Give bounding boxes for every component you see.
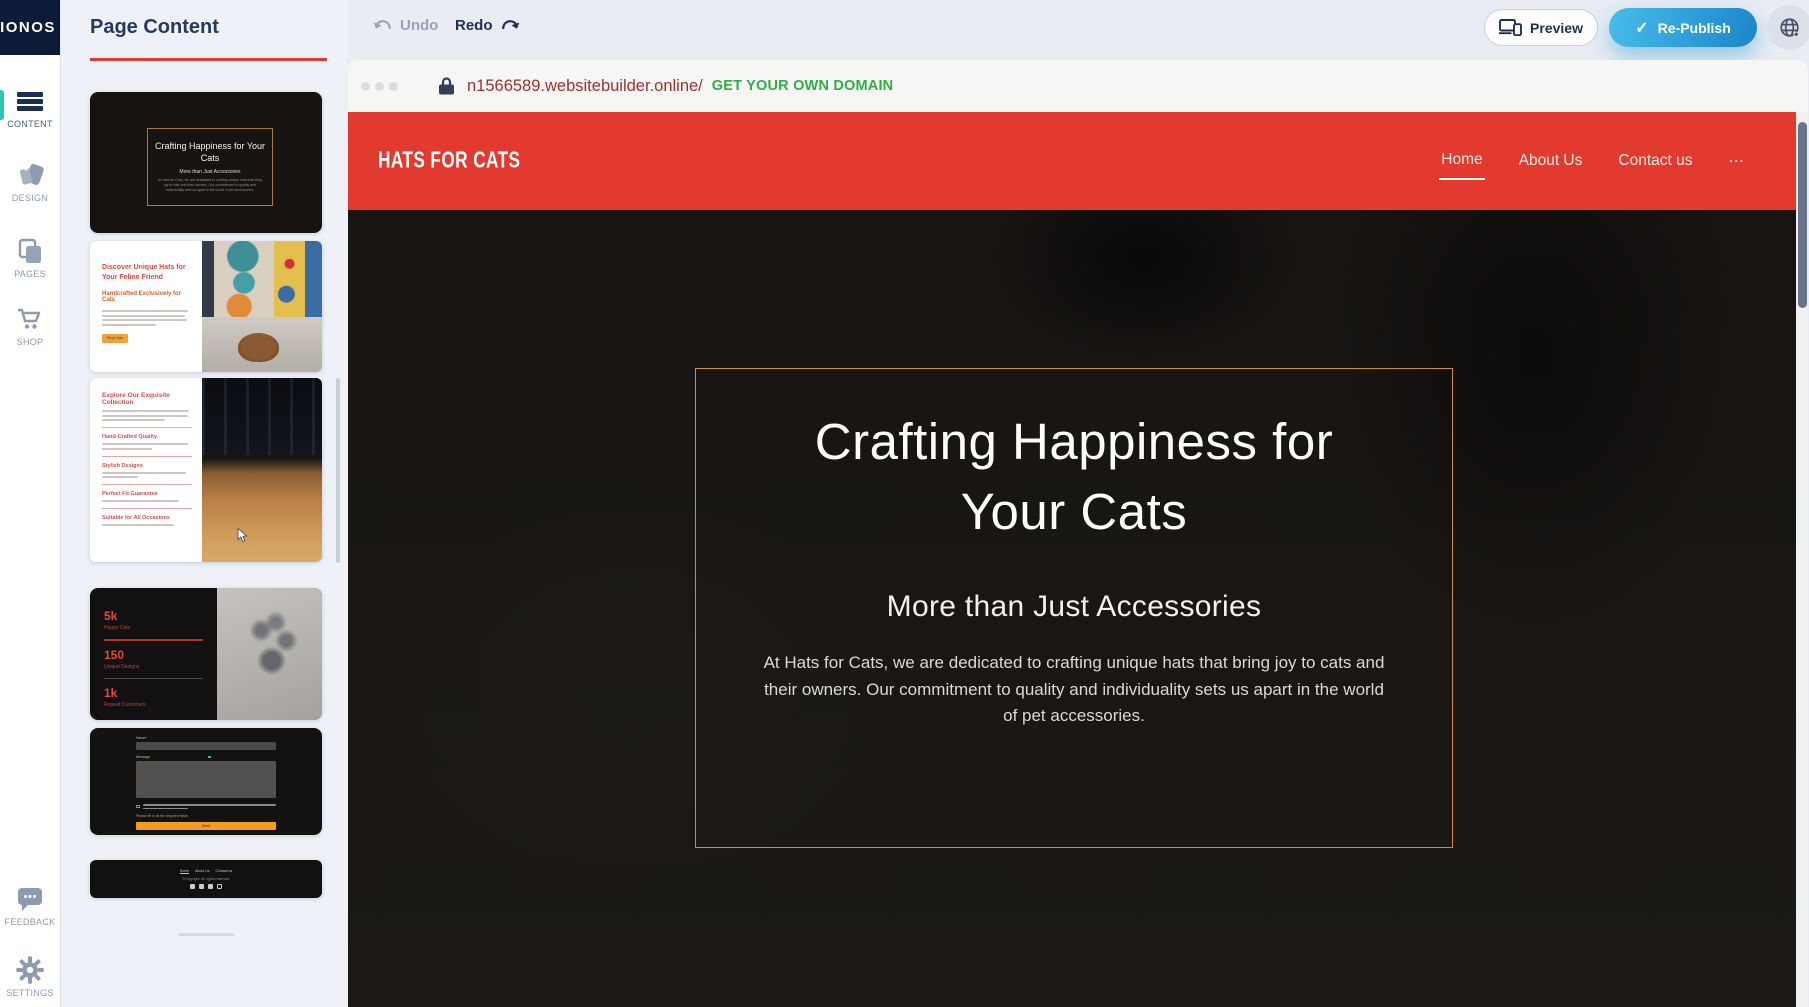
thumb-edit-indicator	[208, 756, 211, 759]
thumbnail-features-section[interactable]: Explore Our Exquisite Collection Hand-Cr…	[90, 378, 322, 562]
sidebar-item-content[interactable]: CONTENT	[0, 86, 60, 129]
panel-scrollbar[interactable]	[336, 378, 340, 563]
thumb-hero-frame: Crafting Happiness for Your Cats More th…	[147, 128, 273, 206]
youtube-icon	[208, 884, 213, 889]
thumbnail-footer-section[interactable]: HomeAbout UsContact us ©Copyright. All r…	[90, 860, 322, 898]
feedback-bubble-icon	[0, 884, 60, 914]
thumb-message-label: Message	[136, 755, 150, 759]
hero-editable-frame[interactable]: Crafting Happiness for Your Cats More th…	[695, 368, 1453, 848]
nav-more-ellipsis[interactable]: ⋯	[1727, 143, 1747, 180]
thumbnail-stats-section[interactable]: 5k Happy Cats 150 Unique Designs 1k Repe…	[90, 588, 322, 720]
sidebar-item-shop[interactable]: SHOP	[0, 304, 60, 347]
redo-icon	[500, 18, 520, 33]
design-icon	[0, 160, 60, 190]
language-globe-button[interactable]	[1767, 5, 1809, 50]
thumb-shop-now-button: Shop Now	[102, 334, 128, 343]
preview-scrollbar[interactable]	[1798, 122, 1807, 308]
lock-icon	[439, 77, 454, 95]
shop-cart-icon	[0, 304, 60, 334]
thumb-send-button: Send	[136, 822, 276, 830]
check-icon: ✓	[1635, 18, 1648, 38]
thumb-name-input	[136, 742, 276, 750]
sidebar-item-pages[interactable]: PAGES	[0, 236, 60, 279]
undo-icon	[373, 18, 393, 33]
hero-paragraph: At Hats for Cats, we are dedicated to cr…	[762, 650, 1387, 731]
hero-title: Crafting Happiness for Your Cats	[789, 407, 1359, 548]
instagram-icon	[217, 884, 222, 889]
site-logo[interactable]: HATS FOR CATS	[378, 148, 520, 174]
thumbnail-about-section[interactable]: Discover Unique Hats for Your Feline Fri…	[90, 241, 322, 372]
thumb-name-label: Name*	[136, 736, 276, 740]
preview-button[interactable]: Preview	[1484, 9, 1598, 46]
thumb-about-subheading: Handcrafted Exclusively for Cats	[102, 291, 192, 303]
globe-icon	[1778, 16, 1802, 40]
page-content-panel: Page Content Crafting Happiness for Your…	[60, 0, 348, 1007]
thumbnail-hero-section[interactable]: Crafting Happiness for Your Cats More th…	[90, 92, 322, 233]
thumb-about-heading: Discover Unique Hats for Your Feline Fri…	[102, 263, 192, 283]
hero-subtitle: More than Just Accessories	[887, 590, 1262, 624]
x-icon	[199, 884, 204, 889]
sidebar-item-settings[interactable]: SETTINGS	[0, 955, 60, 998]
thumbnail-contact-form-section[interactable]: Name* Message Please fill in all the req…	[90, 728, 322, 835]
thumb-required-note: Please fill in all the required fields	[136, 814, 276, 818]
get-domain-link[interactable]: GET YOUR OWN DOMAIN	[712, 78, 894, 94]
thumb-message-textarea	[136, 761, 276, 798]
nav-about-us[interactable]: About Us	[1517, 143, 1585, 179]
site-header: HATS FOR CATS Home About Us Contact us ⋯	[348, 112, 1796, 210]
thumb-features-heading: Explore Our Exquisite Collection	[102, 392, 192, 406]
nav-contact-us[interactable]: Contact us	[1616, 143, 1694, 179]
devices-icon	[1499, 19, 1522, 36]
site-url[interactable]: n1566589.websitebuilder.online/	[467, 77, 703, 96]
app-sidebar: IONOS CONTENT DESIGN PAGES SHOP FEEDBACK…	[0, 0, 60, 1007]
browser-bar: n1566589.websitebuilder.online/ GET YOUR…	[348, 60, 1808, 112]
site-nav: Home About Us Contact us ⋯	[1439, 112, 1746, 210]
window-dots	[361, 82, 398, 91]
sidebar-item-feedback[interactable]: FEEDBACK	[0, 884, 60, 927]
ionos-logo: IONOS	[0, 0, 60, 55]
facebook-icon	[190, 884, 195, 889]
redo-button[interactable]: Redo	[455, 17, 520, 34]
ginger-cat-photo	[202, 378, 322, 562]
thumb-consent-checkbox	[136, 805, 140, 809]
gear-icon	[0, 955, 60, 985]
site-hero-background: Crafting Happiness for Your Cats More th…	[348, 210, 1796, 1007]
title-underline-accent	[90, 58, 327, 61]
panel-end-indicator	[178, 933, 234, 936]
undo-button[interactable]: Undo	[373, 17, 438, 34]
sidebar-item-design[interactable]: DESIGN	[0, 160, 60, 203]
page-title: Page Content	[90, 16, 219, 39]
republish-button[interactable]: ✓ Re-Publish	[1609, 8, 1757, 47]
thumb-copyright: ©Copyright. All rights reserved.	[182, 877, 230, 881]
pages-icon	[0, 236, 60, 266]
content-icon	[0, 86, 60, 116]
mouse-cursor	[237, 528, 248, 543]
paw-print-photo	[217, 588, 322, 720]
street-cat-photo	[202, 241, 322, 372]
nav-home[interactable]: Home	[1439, 142, 1484, 180]
